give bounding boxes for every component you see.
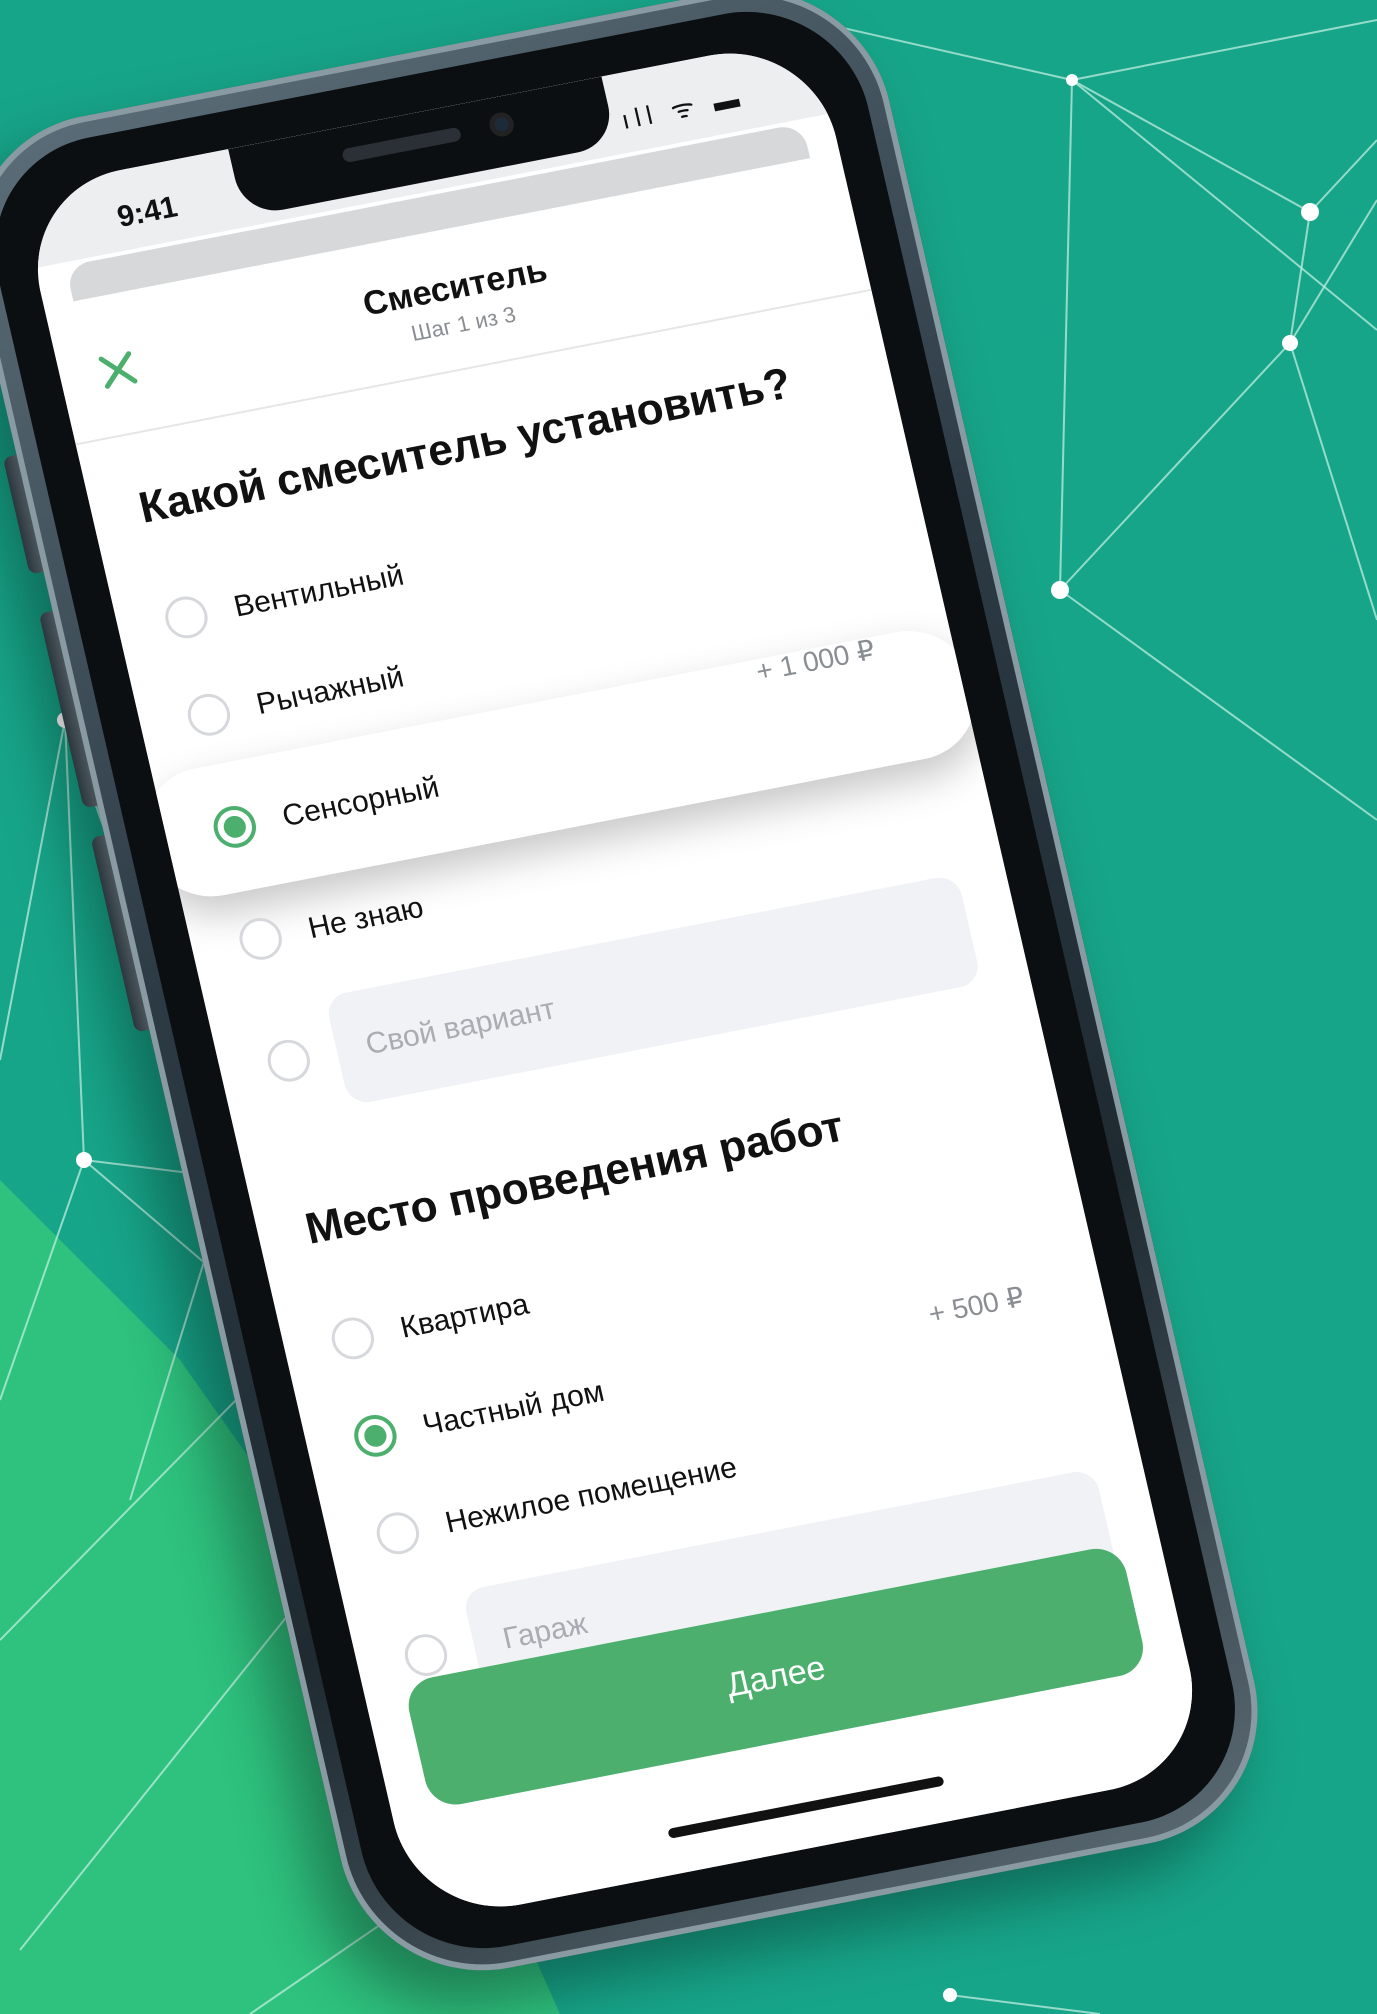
speaker-grille [341,126,463,164]
option-price: + 500 ₽ [925,1281,1028,1330]
front-camera [487,110,517,139]
option-label: Квартира [397,1287,532,1345]
radio-button[interactable] [400,1630,452,1680]
radio-button[interactable] [183,690,235,740]
radio-button[interactable] [161,592,212,642]
radio-button[interactable] [372,1508,424,1558]
status-time: 9:41 [114,190,181,234]
option-label: Не знаю [304,890,427,946]
home-indicator [667,1775,945,1839]
radio-button[interactable] [327,1313,379,1363]
option-label: Рычажный [253,660,407,722]
status-icons: ıll ᯤ ▬ [618,81,748,136]
radio-button-checked[interactable] [350,1411,401,1461]
radio-button[interactable] [263,1036,315,1086]
radio-button[interactable] [235,914,287,964]
option-label: Вентильный [230,558,407,624]
option-label: Частный дом [419,1374,608,1443]
